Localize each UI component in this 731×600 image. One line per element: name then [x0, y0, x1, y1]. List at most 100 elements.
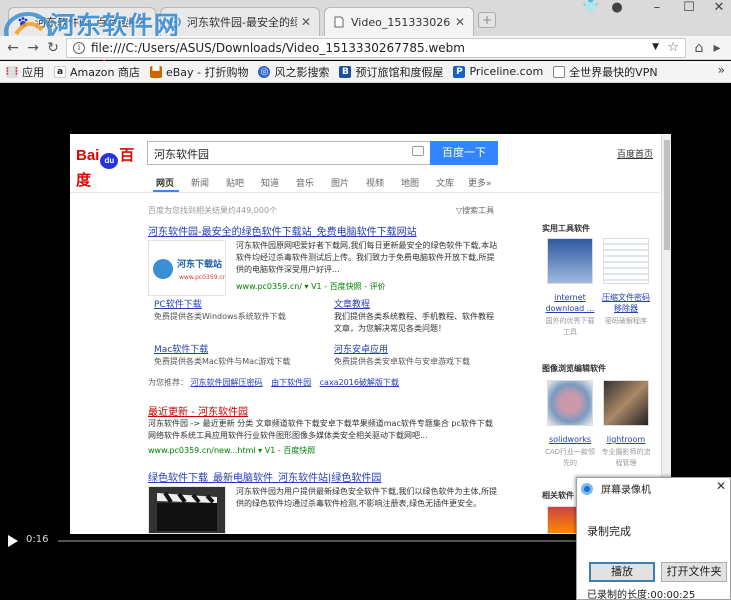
bookmark-ebay[interactable]: ▀ eBay - 打折购物: [149, 64, 248, 80]
bookmark-booking[interactable]: B 预订旅馆和度假屋: [339, 64, 443, 80]
nav-video: 视频: [366, 179, 385, 189]
baidu-search-input: 河东软件园: [147, 141, 430, 165]
zip-image: [603, 238, 649, 284]
window-close-button[interactable]: ✕: [706, 0, 731, 18]
sub-link-mac: Mac软件下载: [154, 345, 209, 355]
side-caption: solidworks: [548, 435, 592, 444]
clapper-image: [148, 486, 226, 534]
bookmark-vpn[interactable]: 全世界最快的VPN: [553, 64, 658, 80]
tab-hedong-site[interactable]: 河东软件园-最安全的绿 ✕: [160, 7, 320, 36]
site-icon: [169, 16, 181, 28]
result-title: 最近更新 - 河东软件园: [148, 407, 248, 418]
booking-icon: B: [339, 65, 352, 78]
priceline-icon: P: [453, 65, 466, 78]
tab-baidu-search[interactable]: 河东软件园_百度搜索 ✕: [8, 7, 156, 36]
baidu-nav: 网页 新闻 贴吧 知道 音乐 图片 视频 地图 文库 更多»: [70, 171, 660, 193]
result-snippet: 河东软件园为用户提供最新绿色安全软件下载,我们以绿色软件为主体,所提供的绿色软件…: [236, 487, 498, 508]
frame-scrollbar: [661, 134, 671, 534]
bookmark-label: Priceline.com: [469, 65, 544, 78]
address-bar[interactable]: i file:///C:/Users/ASUS/Downloads/Video_…: [66, 38, 686, 58]
recorder-title: 屏幕录像机: [601, 485, 651, 496]
scroll-thumb: [664, 140, 670, 250]
sub-text-articles: 我们提供各类系统教程、手机教程、软件教程文章，为您解决常见各类问题！: [334, 312, 494, 333]
chevron-down-icon[interactable]: ▼: [652, 42, 659, 52]
amazon-icon: a: [54, 65, 66, 78]
result-count: 百度为您找到相关结果约449,000个: [148, 206, 278, 215]
tab-strip: 河东软件园_百度搜索 ✕ 河东软件园-最安全的绿 ✕ Video_1513330…: [0, 0, 731, 36]
nav-music: 音乐: [296, 179, 315, 189]
file-icon: [334, 16, 344, 28]
browser-toolbar: ← → ↻ i file:///C:/Users/ASUS/Downloads/…: [0, 36, 731, 60]
page-icon: [553, 65, 566, 78]
nav-more: 更多»: [468, 179, 492, 189]
nav-web: 网页: [156, 179, 175, 189]
baidu-search-button: 百度一下: [430, 141, 498, 165]
recommend-prefix: 为您推荐：: [148, 378, 188, 387]
solidworks-image: [547, 380, 593, 426]
shirt-icon[interactable]: 👕: [578, 0, 604, 18]
back-button[interactable]: ←: [4, 39, 22, 57]
bookmark-label: 应用: [22, 65, 44, 79]
forward-button[interactable]: →: [24, 39, 42, 57]
recorder-message: 录制完成: [587, 525, 631, 538]
sub-link-pc: PC软件下载: [154, 300, 202, 310]
svg-text:www.pc0359.cn: www.pc0359.cn: [179, 274, 225, 281]
sub-text-android: 免费提供各类安卓软件与安卓游戏下载: [334, 357, 470, 366]
screen: 河东软件园_百度搜索 ✕ 河东软件园-最安全的绿 ✕ Video_1513330…: [0, 0, 731, 600]
video-frame: Bai du 百度 河东软件园 百度一下 百度首页 网页 新闻 贴吧 知道 音乐 图…: [70, 134, 671, 534]
thumb-label: 河东下载站: [177, 258, 222, 270]
recorder-dialog: 屏幕录像机 ✕ 录制完成 播放 打开文件夹 已录制的长度:00:00:25: [576, 477, 731, 600]
side-caption: 压缩文件密码移除器: [602, 293, 650, 313]
nav-news: 新闻: [191, 179, 210, 189]
star-icon[interactable]: ☆: [667, 40, 679, 55]
nav-map: 地图: [401, 179, 420, 189]
baidu-logo: Bai du 百度: [76, 147, 135, 189]
nav-zhidao: 知道: [261, 179, 280, 189]
minimize-button[interactable]: –: [644, 0, 670, 18]
apps-icon: ⋮⋮: [3, 65, 21, 78]
more-bookmarks-icon[interactable]: »: [718, 63, 725, 77]
recorded-length: 已录制的长度:00:00:25: [587, 590, 696, 600]
close-icon[interactable]: ✕: [137, 15, 147, 29]
bookmark-apps[interactable]: ⋮⋮ 应用: [3, 64, 44, 80]
new-tab-button[interactable]: +: [478, 12, 496, 28]
close-icon[interactable]: ✕: [301, 15, 311, 29]
nav-underline: [153, 190, 179, 192]
hedong-logo-icon: 河东下载站 www.pc0359.cn: [153, 258, 227, 281]
idm-image: [547, 238, 593, 284]
side-subtext: CAD行业一款领先的: [544, 448, 596, 467]
close-icon[interactable]: ✕: [455, 15, 465, 29]
search-tools: ▽搜索工具: [456, 206, 495, 215]
play-button[interactable]: 播放: [589, 562, 655, 582]
menu-icon[interactable]: ▸: [708, 39, 726, 57]
clapperboard-icon: [157, 491, 217, 531]
maximize-button[interactable]: ☐: [676, 0, 702, 18]
bookmark-priceline[interactable]: P Priceline.com: [453, 65, 543, 78]
bookmark-label: 全世界最快的VPN: [569, 65, 658, 79]
bookmarks-bar: ⋮⋮ 应用 a Amazon 商店 ▀ eBay - 打折购物 ◎ 风之影搜索 …: [0, 61, 731, 83]
bookmark-amazon[interactable]: a Amazon 商店: [54, 64, 140, 80]
sub-link-android: 河东安卓应用: [334, 345, 389, 355]
info-icon[interactable]: i: [73, 42, 85, 54]
tab-label: Video_1513330267785: [351, 15, 451, 29]
side-caption: lightroom: [606, 435, 646, 444]
result-thumbnail: 河东下载站 www.pc0359.cn: [148, 240, 227, 296]
recommend-line: 为您推荐： 河东软件园解压密码 由下软件园 caxa2016破解版下载: [148, 377, 405, 388]
side-heading: 图像浏览编辑软件: [542, 364, 606, 373]
tab-label: 河东软件园-最安全的绿: [187, 16, 297, 29]
recorder-titlebar: 屏幕录像机: [581, 481, 651, 496]
play-icon[interactable]: [8, 535, 18, 547]
bookmark-label: Amazon 商店: [70, 65, 140, 79]
bag-icon: ▀: [149, 65, 162, 78]
account-icon[interactable]: ●: [604, 0, 630, 18]
home-icon[interactable]: ⌂: [690, 39, 708, 57]
open-folder-button[interactable]: 打开文件夹: [661, 562, 727, 582]
recommend-link: 由下软件园: [271, 378, 312, 387]
tab-video[interactable]: Video_1513330267785 ✕: [324, 7, 474, 36]
reload-button[interactable]: ↻: [44, 39, 62, 57]
recommend-link: caxa2016破解版下载: [319, 378, 399, 387]
close-icon[interactable]: ✕: [716, 479, 726, 493]
bookmark-search[interactable]: ◎ 风之影搜索: [258, 64, 329, 80]
seek-bar[interactable]: [58, 540, 598, 542]
camera-icon: [412, 146, 424, 156]
